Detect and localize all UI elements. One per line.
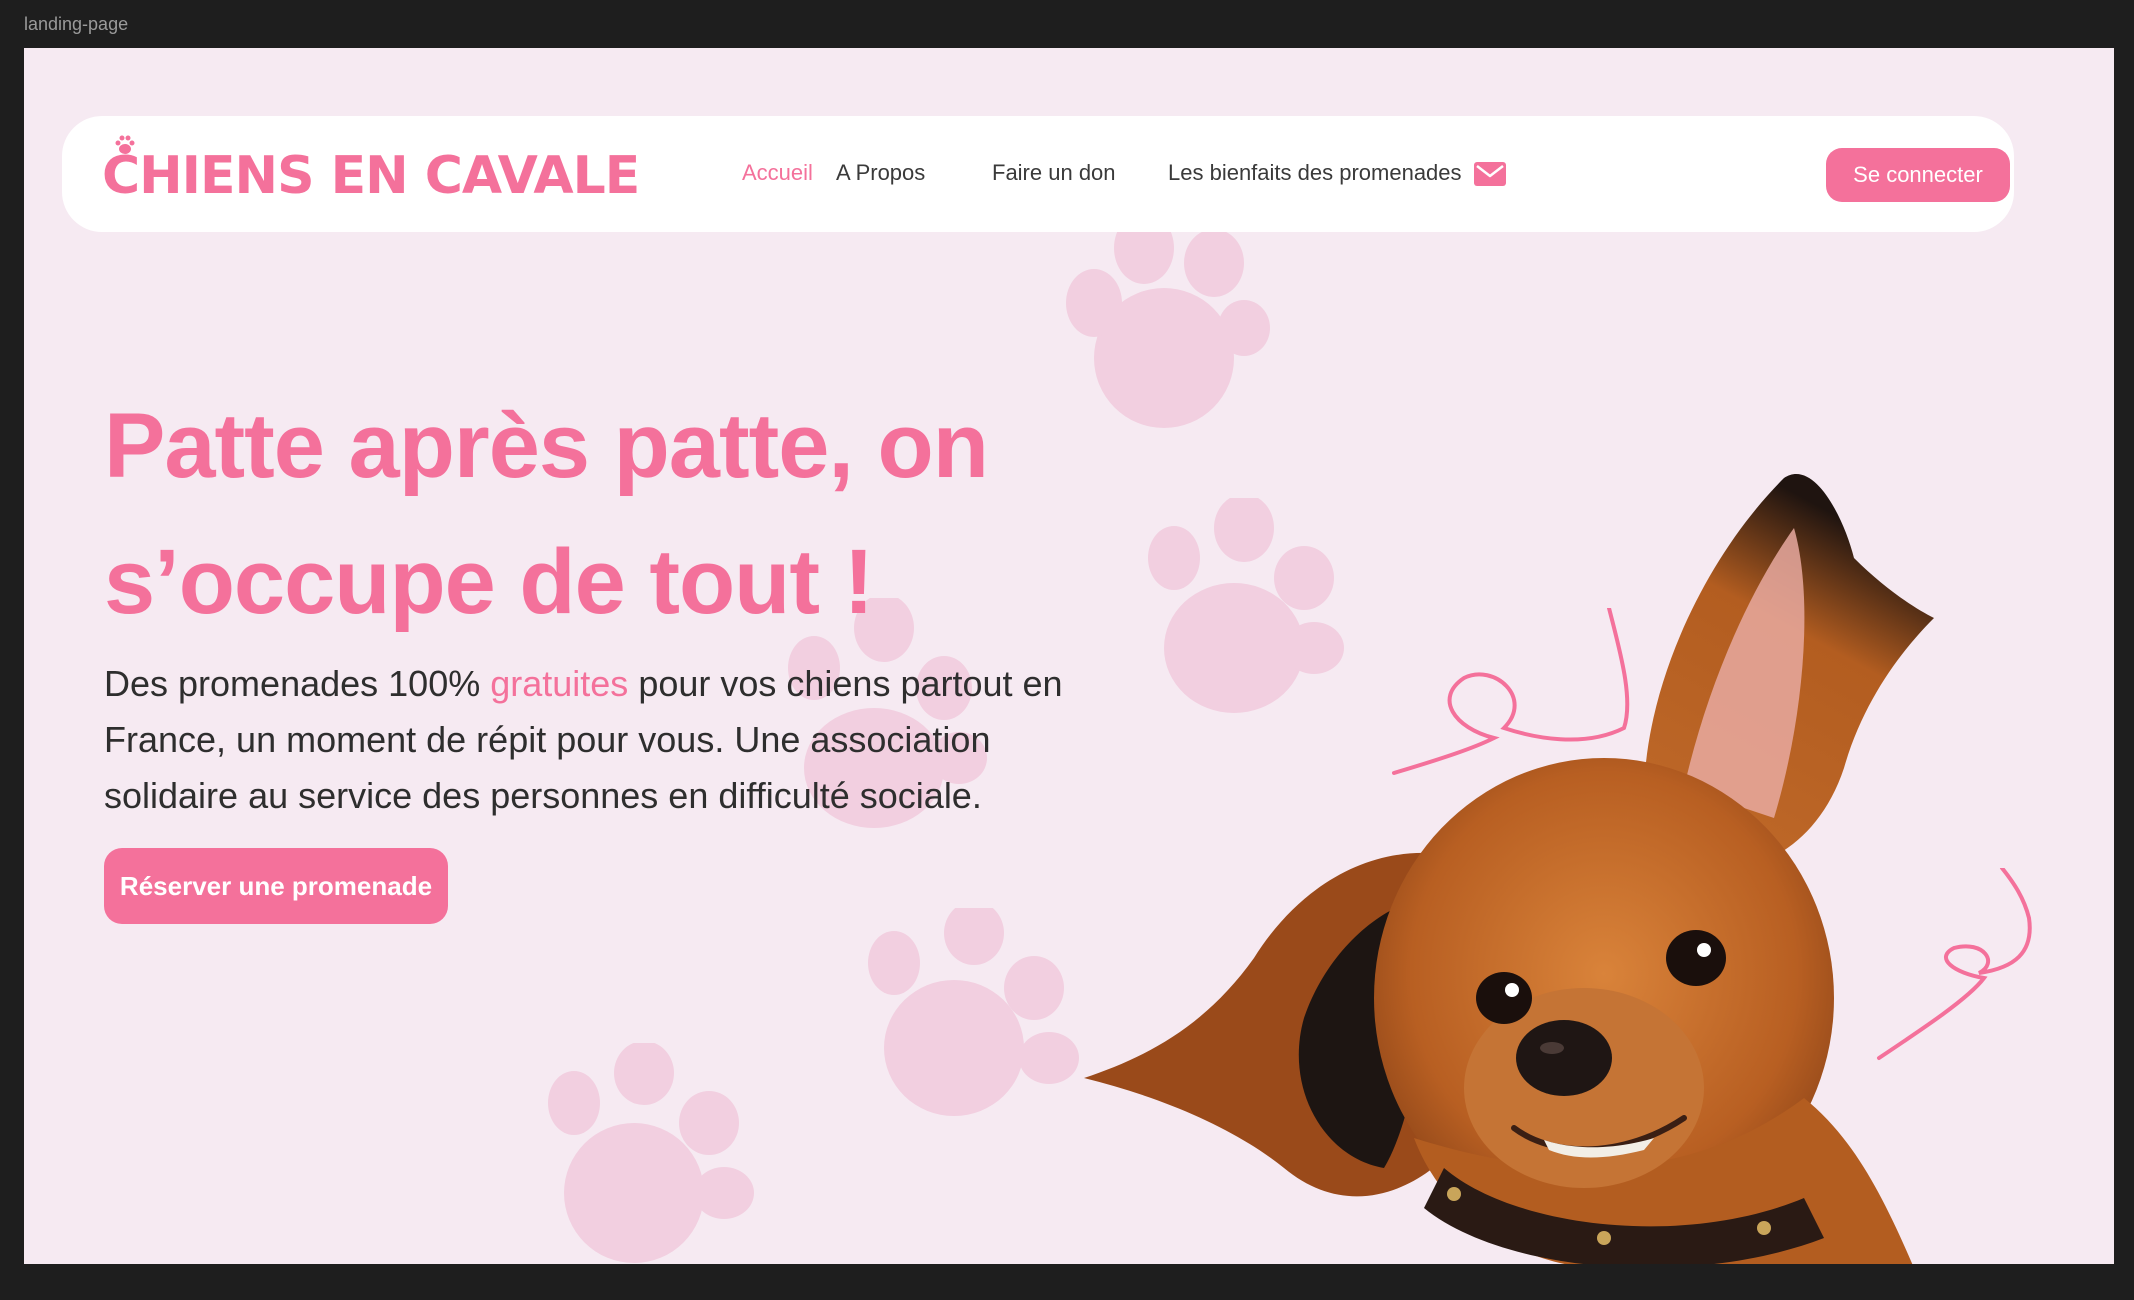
hero-subtext-start: Des promenades 100% bbox=[104, 663, 491, 704]
dog-photo bbox=[1084, 474, 1934, 1264]
paw-print-decoration bbox=[868, 908, 1079, 1116]
hero-subtext-highlight: gratuites bbox=[490, 663, 629, 704]
hero-headline: Patte après patte, on s’occupe de tout ! bbox=[104, 378, 1104, 650]
navbar: CHIENS EN CAVALE Accueil A Propos Faire … bbox=[62, 116, 2014, 232]
nav-link-accueil[interactable]: Accueil bbox=[742, 160, 813, 186]
login-button[interactable]: Se connecter bbox=[1826, 148, 2010, 202]
nav-link-bienfaits[interactable]: Les bienfaits des promenades bbox=[1168, 160, 1462, 186]
brand-logo[interactable]: CHIENS EN CAVALE bbox=[102, 150, 640, 202]
book-walk-button[interactable]: Réserver une promenade bbox=[104, 848, 448, 924]
frame-label: landing-page bbox=[24, 14, 129, 34]
paw-print-decoration bbox=[548, 1043, 754, 1263]
nav-link-a-propos[interactable]: A Propos bbox=[836, 160, 925, 186]
hero-headline-emphasis: tout ! bbox=[649, 531, 874, 633]
mail-icon[interactable] bbox=[1474, 162, 1506, 186]
landing-page-artboard: CHIENS EN CAVALE Accueil A Propos Faire … bbox=[24, 48, 2114, 1264]
hero-subtext: Des promenades 100% gratuites pour vos c… bbox=[104, 656, 1084, 824]
nav-link-faire-un-don[interactable]: Faire un don bbox=[992, 160, 1116, 186]
